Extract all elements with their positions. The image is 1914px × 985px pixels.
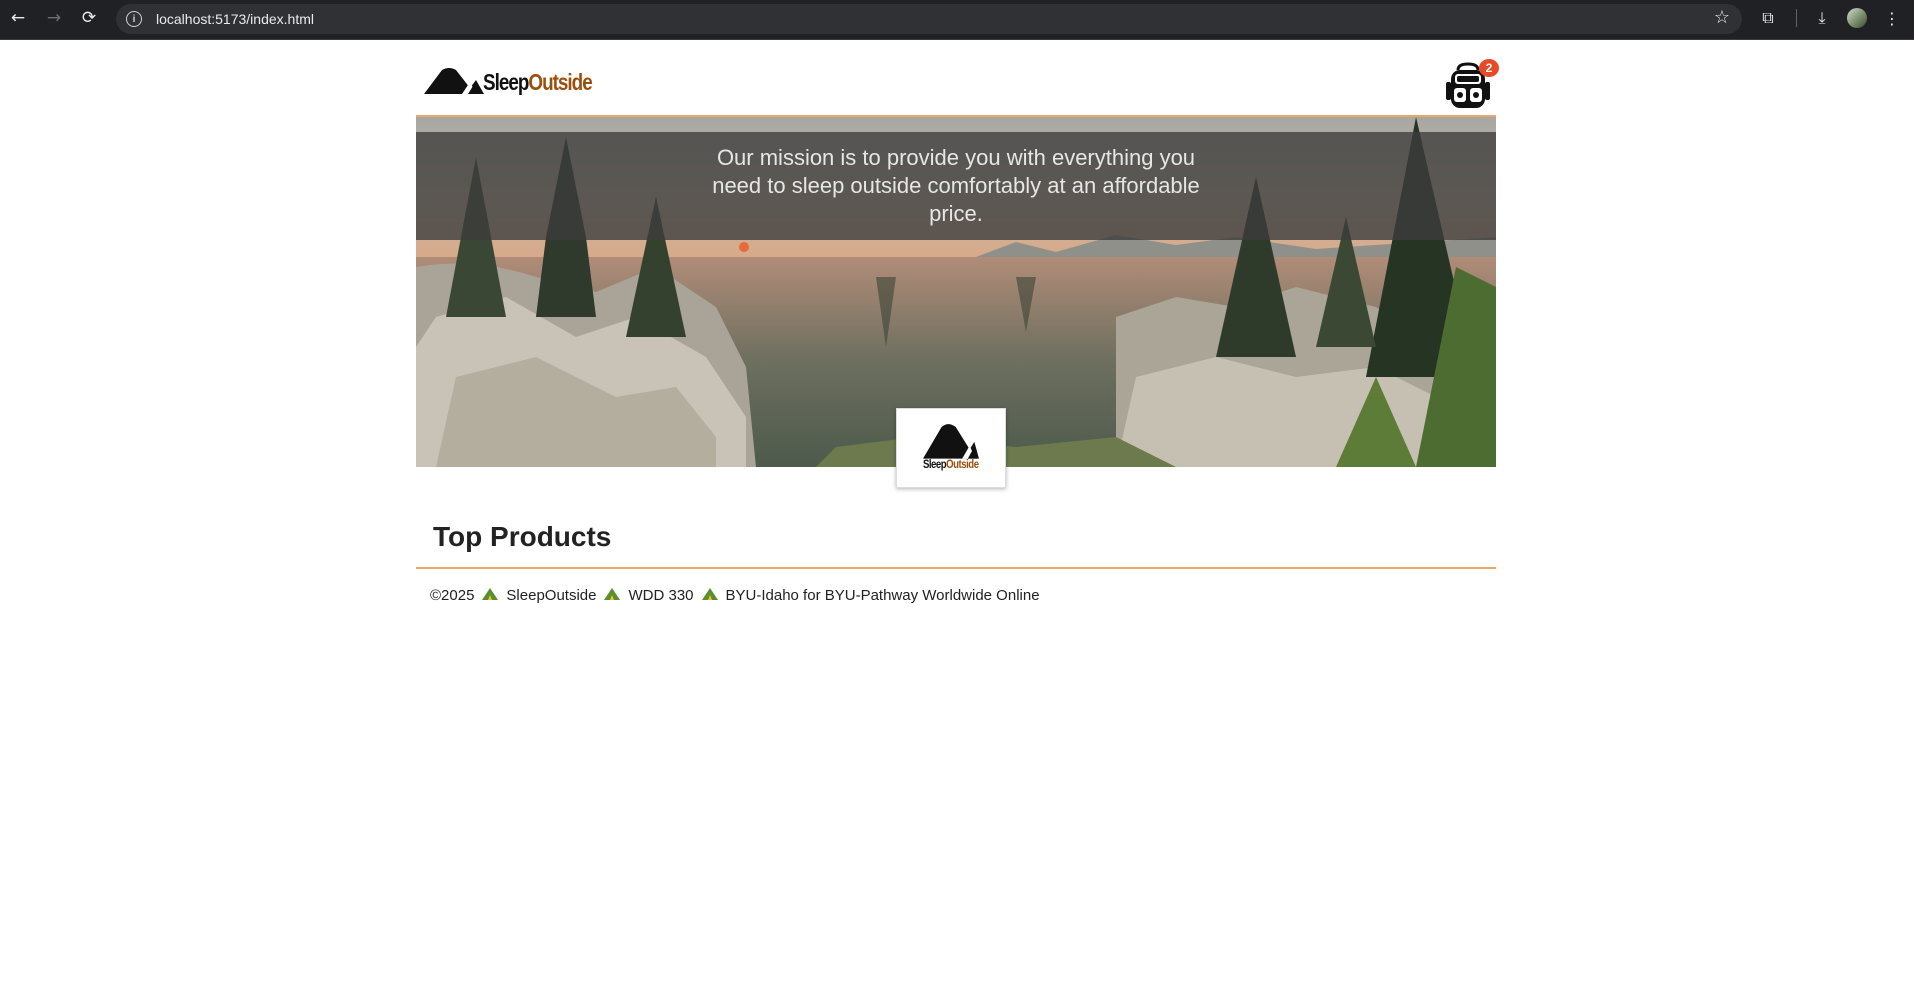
avatar: [1847, 8, 1867, 28]
back-button[interactable]: ←: [4, 4, 32, 32]
extensions-button[interactable]: ⧉: [1754, 4, 1782, 32]
mission-text: Our mission is to provide you with every…: [712, 145, 1200, 226]
back-arrow-icon: ←: [10, 8, 26, 28]
site-header: SleepOutside 2: [416, 40, 1499, 117]
footer-tent-icon: [604, 586, 621, 604]
profile-button[interactable]: [1843, 4, 1871, 32]
footer-copyright: ©2025: [430, 586, 475, 604]
logo-text-outside: Outside: [528, 69, 592, 95]
forward-arrow-icon: →: [46, 8, 62, 28]
footer-tent-icon: [701, 586, 718, 604]
bookmark-star-icon[interactable]: ☆: [1714, 7, 1730, 28]
forward-button[interactable]: →: [40, 4, 68, 32]
footer-brand: SleepOutside: [506, 586, 597, 604]
page-container: SleepOutside 2 Our mission is to provide…: [416, 40, 1499, 604]
site-info-icon[interactable]: i: [126, 11, 142, 27]
hero-logo-card: SleepOutside: [896, 408, 1006, 488]
kebab-menu-icon: ⋮: [1884, 8, 1900, 28]
address-url[interactable]: localhost:5173/index.html: [156, 11, 314, 27]
tent-logo-icon: [923, 424, 979, 459]
footer-school: BYU-Idaho for BYU-Pathway Worldwide Onli…: [725, 586, 1040, 604]
mission-banner: Our mission is to provide you with every…: [416, 132, 1496, 240]
cart-count-badge: 2: [1479, 59, 1499, 77]
top-products-heading: Top Products: [433, 521, 612, 552]
tent-logo-icon: [424, 68, 484, 94]
hero-logo-text-sleep: Sleep: [923, 457, 947, 471]
footer-course: WDD 330: [628, 586, 694, 604]
logo-text-sleep: Sleep: [483, 69, 529, 95]
hero-logo-text-outside: Outside: [946, 457, 979, 471]
footer-tent-icon: [482, 586, 499, 604]
browser-menu-button[interactable]: ⋮: [1878, 4, 1906, 32]
toolbar-divider: [1794, 4, 1798, 32]
site-logo-link[interactable]: SleepOutside: [424, 64, 616, 94]
reload-button[interactable]: ⟳: [75, 4, 103, 32]
site-footer: ©2025 SleepOutside WDD 330 BYU-Idaho for…: [416, 567, 1496, 604]
browser-toolbar: ← → ⟳ i localhost:5173/index.html ☆ ⧉ ⤓ …: [0, 0, 1914, 40]
reload-icon: ⟳: [81, 8, 97, 28]
puzzle-icon: ⧉: [1762, 8, 1774, 27]
address-bar[interactable]: i localhost:5173/index.html ☆: [116, 4, 1742, 34]
download-icon: ⤓: [1818, 8, 1826, 27]
downloads-button[interactable]: ⤓: [1808, 4, 1836, 32]
